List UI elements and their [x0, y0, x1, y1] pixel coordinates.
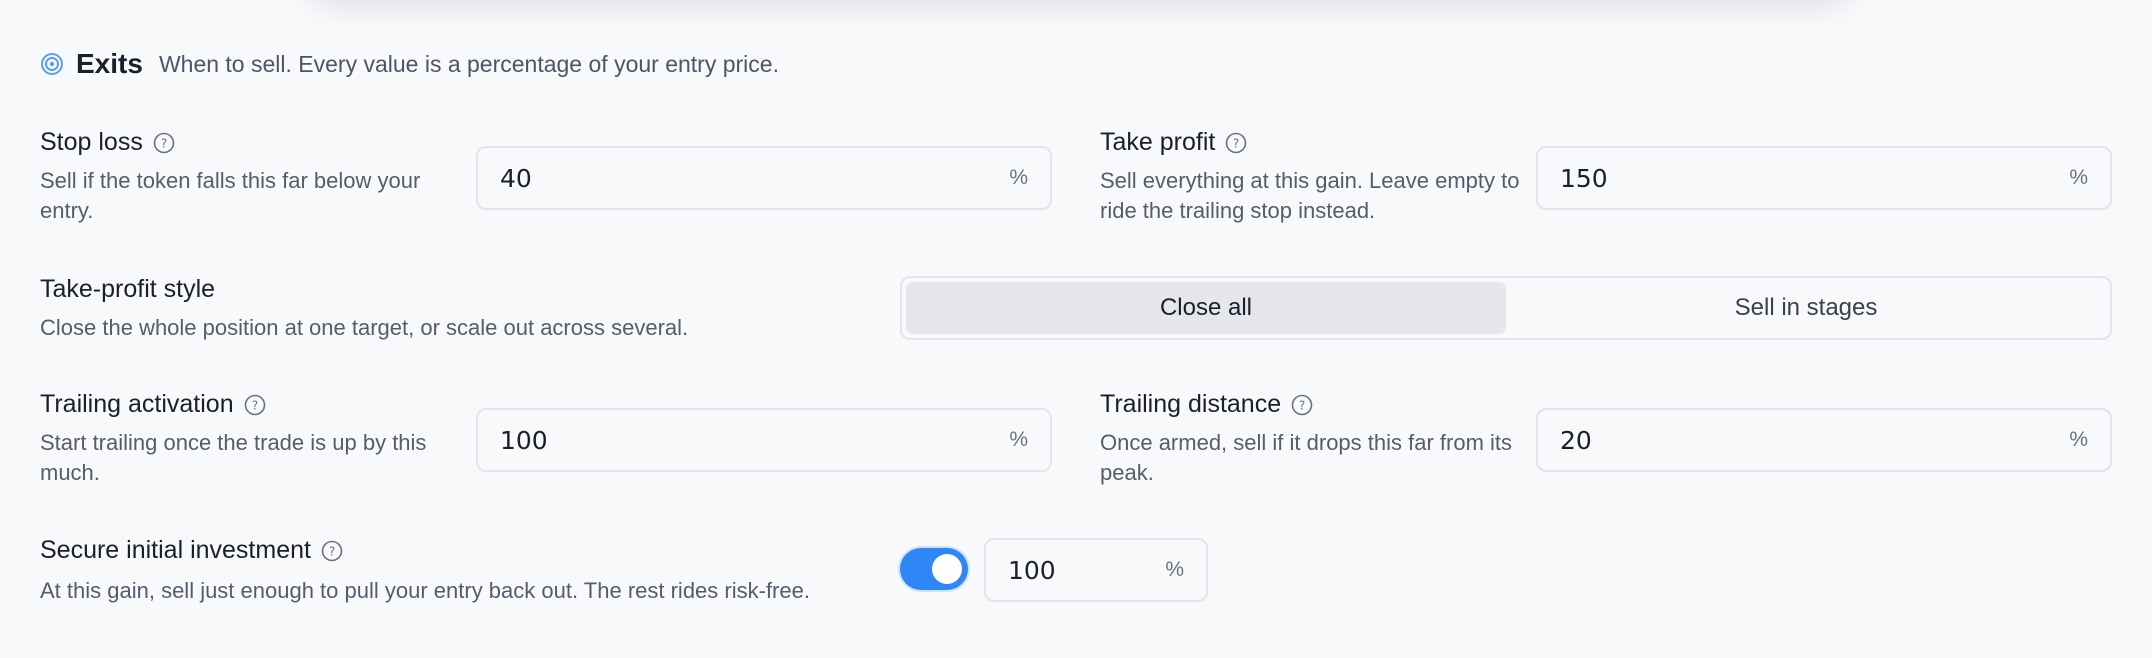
tp-style-title: Take-profit style — [40, 275, 216, 303]
trailing-distance-description: Once armed, sell if it drops this far fr… — [1100, 430, 1513, 485]
tp-style-segmented-control: Close all Sell in stages — [900, 276, 2112, 340]
help-icon[interactable]: ? — [321, 540, 343, 562]
help-icon[interactable]: ? — [244, 394, 266, 416]
take-profit-label: Take profit — [1100, 128, 1216, 156]
secure-initial-toggle[interactable] — [900, 548, 968, 590]
close-all-option[interactable]: Close all — [906, 282, 1506, 334]
toggle-knob — [932, 554, 962, 584]
secure-initial-input[interactable]: 100 % — [984, 538, 1208, 602]
percent-unit: % — [1165, 558, 1184, 581]
trailing-activation-label: Trailing activation — [40, 390, 234, 418]
trailing-distance-input[interactable]: 20 % — [1536, 408, 2112, 472]
svg-text:?: ? — [329, 544, 335, 558]
stop-loss-label: Stop loss — [40, 128, 143, 156]
trailing-distance-title: Trailing distance ? — [1100, 390, 1313, 419]
svg-text:?: ? — [251, 398, 257, 412]
section-title: Exits — [76, 48, 143, 79]
take-profit-title: Take profit ? — [1100, 128, 1247, 157]
percent-unit: % — [1009, 428, 1028, 451]
trailing-distance-value[interactable]: 20 — [1560, 426, 2069, 455]
percent-unit: % — [2069, 166, 2088, 189]
svg-text:?: ? — [161, 136, 167, 150]
stop-loss-input[interactable]: 40 % — [476, 146, 1052, 210]
sell-in-stages-option[interactable]: Sell in stages — [1506, 282, 2106, 334]
svg-text:?: ? — [1299, 398, 1305, 412]
target-icon — [41, 53, 63, 75]
take-profit-description: Sell everything at this gain. Leave empt… — [1100, 168, 1520, 223]
take-profit-input[interactable]: 150 % — [1536, 146, 2112, 210]
help-icon[interactable]: ? — [1225, 132, 1247, 154]
svg-text:?: ? — [1233, 136, 1239, 150]
stop-loss-value[interactable]: 40 — [500, 164, 1009, 193]
stop-loss-title: Stop loss ? — [40, 128, 175, 157]
trailing-activation-input[interactable]: 100 % — [476, 408, 1052, 472]
exits-section-header: Exits When to sell. Every value is a per… — [40, 44, 779, 84]
trailing-activation-title: Trailing activation ? — [40, 390, 266, 419]
secure-initial-title: Secure initial investment ? — [40, 536, 343, 565]
help-icon[interactable]: ? — [153, 132, 175, 154]
percent-unit: % — [1009, 166, 1028, 189]
percent-unit: % — [2069, 428, 2088, 451]
stop-loss-description: Sell if the token falls this far below y… — [40, 168, 421, 223]
trailing-activation-value[interactable]: 100 — [500, 426, 1009, 455]
secure-initial-label: Secure initial investment — [40, 536, 311, 564]
trailing-activation-description: Start trailing once the trade is up by t… — [40, 430, 427, 485]
secure-initial-value[interactable]: 100 — [1008, 556, 1165, 585]
section-subtitle: When to sell. Every value is a percentag… — [158, 50, 779, 77]
take-profit-value[interactable]: 150 — [1560, 164, 2069, 193]
secure-initial-description: At this gain, sell just enough to pull y… — [40, 578, 810, 603]
help-icon[interactable]: ? — [1291, 394, 1313, 416]
trailing-distance-label: Trailing distance — [1100, 390, 1282, 418]
tp-style-description: Close the whole position at one target, … — [40, 315, 689, 340]
